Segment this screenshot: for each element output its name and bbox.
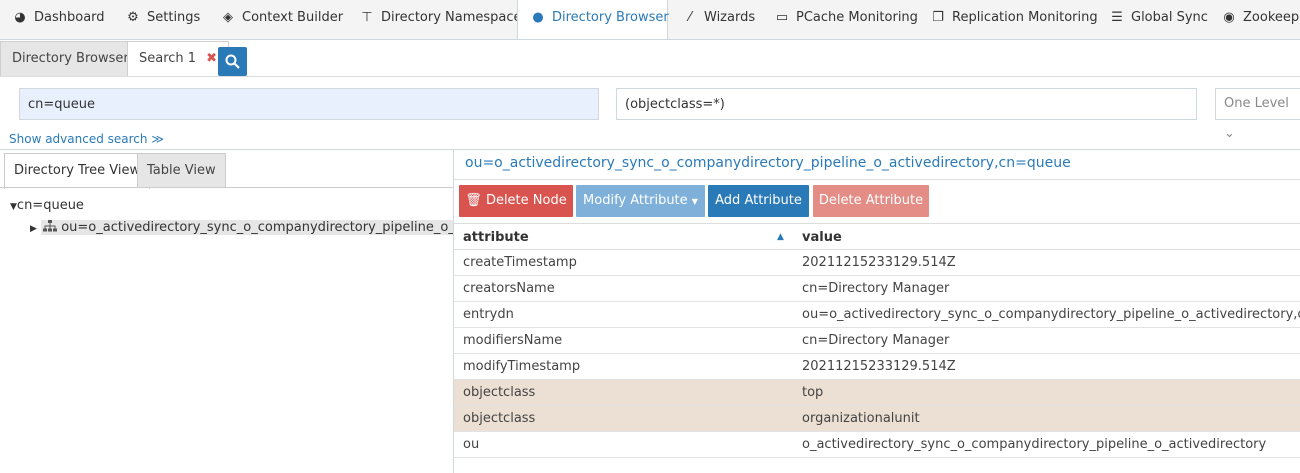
table-header: attribute ▲ value bbox=[454, 223, 1300, 250]
sitemap-icon: ⊤ bbox=[361, 10, 373, 25]
add-attribute-button[interactable]: Add Attribute bbox=[708, 185, 809, 217]
search-icon bbox=[225, 54, 240, 69]
top-navigation: ◕ Dashboard ⚙ Settings ◈ Context Builder ⊤ D… bbox=[0, 0, 1300, 40]
tree-node-child[interactable]: ▶ ou=o_activedirectory_sync_o_companydir… bbox=[30, 218, 453, 238]
tab-divider bbox=[0, 187, 453, 188]
base-dn-input[interactable] bbox=[19, 88, 599, 120]
table-row[interactable]: createTimestamp 20211215233129.514Z bbox=[454, 250, 1300, 276]
scope-select[interactable]: One Level ⌄ bbox=[1215, 88, 1300, 141]
delete-node-button[interactable]: 🗑 Delete Node bbox=[459, 185, 573, 217]
list-icon: ☰ bbox=[1111, 10, 1123, 25]
nav-tab-zookeeper[interactable]: ◉Zookeeper bbox=[1209, 0, 1300, 39]
caret-right-icon[interactable]: ▶ bbox=[30, 224, 37, 234]
column-header-attribute[interactable]: attribute bbox=[463, 224, 529, 251]
column-header-value[interactable]: value bbox=[802, 224, 842, 251]
caret-down-icon: ▼ bbox=[691, 197, 698, 206]
tab-table-view[interactable]: Table View bbox=[137, 153, 226, 188]
modify-attribute-button[interactable]: Modify Attribute ▼ bbox=[576, 185, 705, 217]
nav-tab-dashboard[interactable]: ◕ Dashboard bbox=[0, 0, 104, 39]
chevron-down-icon: ⌄ bbox=[1224, 126, 1235, 141]
filter-input[interactable] bbox=[616, 88, 1197, 120]
nav-tab-directory-namespace[interactable]: ⊤ Directory Namespace bbox=[347, 0, 521, 39]
desktop-icon: ▭ bbox=[775, 10, 789, 25]
table-row-selected[interactable]: objectclass organizationalunit bbox=[454, 406, 1300, 432]
caret-down-icon[interactable]: ▼ bbox=[10, 202, 17, 212]
table-row-selected[interactable]: objectclass top bbox=[454, 380, 1300, 406]
table-row[interactable]: modifyTimestamp 20211215233129.514Z bbox=[454, 354, 1300, 380]
subtab-divider bbox=[0, 76, 1300, 77]
nav-tab-wizards[interactable]: ⁄ Wizards bbox=[670, 0, 755, 39]
nav-tab-replication-monitoring[interactable]: ❐ Replication Monitoring bbox=[918, 0, 1097, 39]
sitemap-icon bbox=[43, 220, 58, 232]
nav-tab-pcache-monitoring[interactable]: ▭ PCache Monitoring bbox=[762, 0, 918, 39]
subtab-directory-browser[interactable]: Directory Browser bbox=[0, 41, 141, 76]
close-icon[interactable]: ✖ bbox=[206, 51, 217, 66]
delete-attribute-button[interactable]: Delete Attribute bbox=[813, 185, 929, 217]
panel-divider bbox=[0, 149, 1300, 150]
show-advanced-search-link[interactable]: Show advanced search ≫ bbox=[9, 132, 164, 146]
gears-icon: ⚙ bbox=[127, 10, 139, 25]
table-row[interactable]: creatorsName cn=Directory Manager bbox=[454, 276, 1300, 302]
copy-icon: ❐ bbox=[932, 10, 944, 25]
title-divider bbox=[454, 179, 1300, 180]
selected-dn-title: ou=o_activedirectory_sync_o_companydirec… bbox=[465, 155, 1071, 171]
tab-directory-tree-view[interactable]: Directory Tree View bbox=[4, 153, 151, 189]
subtab-search-1[interactable]: Search 1 ✖ bbox=[127, 41, 229, 76]
search-button[interactable] bbox=[218, 47, 247, 76]
nav-tab-directory-browser[interactable]: ● Directory Browser bbox=[517, 0, 669, 39]
globe-icon: ● bbox=[532, 10, 544, 25]
trash-icon: 🗑 bbox=[465, 193, 482, 208]
nav-tab-context-builder[interactable]: ◈ Context Builder bbox=[208, 0, 343, 39]
attributes-table: attribute ▲ value createTimestamp 2021121… bbox=[454, 223, 1300, 458]
dashboard-icon: ◕ bbox=[14, 10, 26, 25]
table-row[interactable]: entrydn ou=o_activedirectory_sync_o_compa… bbox=[454, 302, 1300, 328]
nav-tab-settings[interactable]: ⚙ Settings bbox=[113, 0, 200, 39]
table-row[interactable]: ou o_activedirectory_sync_o_companydirect… bbox=[454, 432, 1300, 458]
sort-ascending-icon[interactable]: ▲ bbox=[777, 224, 784, 251]
nav-tab-global-sync[interactable]: ☰ Global Sync bbox=[1097, 0, 1208, 39]
table-row[interactable]: modifiersName cn=Directory Manager bbox=[454, 328, 1300, 354]
tree-node-root[interactable]: ▼cn=queue bbox=[10, 198, 84, 213]
magic-wand-icon: ⁄ bbox=[688, 10, 692, 25]
eye-icon: ◉ bbox=[1223, 10, 1235, 25]
cube-icon: ◈ bbox=[223, 10, 233, 25]
